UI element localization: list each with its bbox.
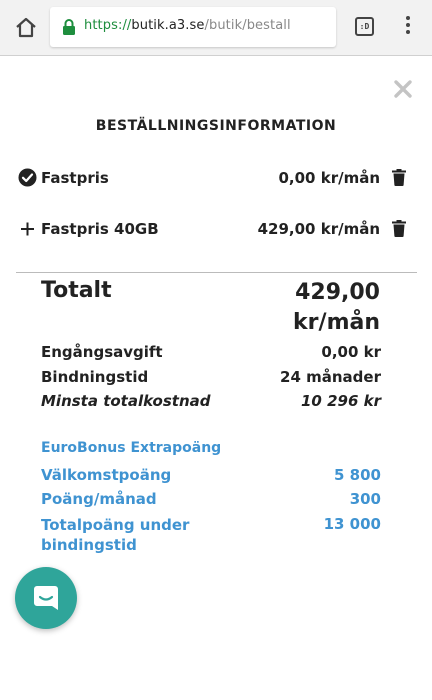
order-item: Fastpris 40GB 429,00 kr/mån — [18, 217, 410, 239]
order-item-price: 0,00 kr/mån — [278, 169, 380, 187]
summary-value: 0,00 kr — [321, 343, 381, 361]
total-amount: 429,00 — [295, 280, 380, 305]
bonus-label: Välkomstpoäng — [41, 466, 172, 484]
total-unit: kr/mån — [293, 310, 380, 335]
summary-row: Bindningstid 24 månader — [41, 368, 381, 388]
bonus-value: 5 800 — [334, 466, 381, 484]
trash-icon[interactable] — [392, 169, 406, 186]
bonus-label: Totalpoäng under bindingstid — [41, 515, 189, 555]
bonus-row: Poäng/månad 300 — [41, 490, 381, 510]
bonus-value: 13 000 — [323, 515, 381, 533]
url-host: butik.a3.se — [131, 18, 205, 33]
bonus-label: Poäng/månad — [41, 490, 157, 508]
address-bar[interactable]: https://butik.a3.se/butik/bestall — [50, 7, 336, 47]
trash-icon[interactable] — [392, 220, 406, 237]
order-item-name: Fastpris 40GB — [41, 220, 159, 238]
tab-switcher-button[interactable]: :D — [355, 17, 374, 36]
url-scheme: https:// — [84, 18, 132, 33]
bonus-row: Välkomstpoäng 5 800 — [41, 466, 381, 486]
bonus-label-line: bindingstid — [41, 536, 137, 554]
url-path: /butik/bestall — [204, 18, 291, 33]
browser-toolbar: https://butik.a3.se/butik/bestall :D — [0, 0, 432, 56]
plus-icon — [18, 219, 37, 238]
summary-value: 10 296 kr — [300, 392, 381, 410]
chat-icon — [34, 586, 58, 610]
url-text: https://butik.a3.se/butik/bestall — [84, 18, 291, 33]
summary-value: 24 månader — [280, 368, 381, 386]
summary-row: Engångsavgift 0,00 kr — [41, 343, 381, 363]
total-label: Totalt — [41, 278, 112, 303]
bonus-label-line: Totalpoäng under — [41, 516, 190, 534]
more-menu-icon[interactable] — [400, 16, 416, 38]
summary-label: Bindningstid — [41, 368, 149, 386]
total-value: 429,00 kr/mån — [200, 278, 380, 338]
home-icon[interactable] — [12, 14, 40, 42]
page-title: BESTÄLLNINGSINFORMATION — [95, 118, 337, 134]
order-item-price: 429,00 kr/mån — [257, 220, 380, 238]
chat-button[interactable] — [15, 567, 77, 629]
close-icon[interactable] — [393, 79, 413, 99]
bonus-title: EuroBonus Extrapoäng — [41, 440, 222, 456]
summary-row: Minsta totalkostnad 10 296 kr — [41, 392, 381, 412]
summary-label: Engångsavgift — [41, 343, 163, 361]
divider — [16, 272, 417, 273]
order-item: Fastpris 0,00 kr/mån — [18, 166, 410, 188]
lock-icon — [62, 18, 76, 36]
order-item-name: Fastpris — [41, 169, 109, 187]
check-circle-icon — [18, 168, 37, 187]
bonus-row: Totalpoäng under bindingstid 13 000 — [41, 515, 381, 559]
bonus-value: 300 — [349, 490, 381, 508]
summary-label: Minsta totalkostnad — [41, 392, 211, 410]
